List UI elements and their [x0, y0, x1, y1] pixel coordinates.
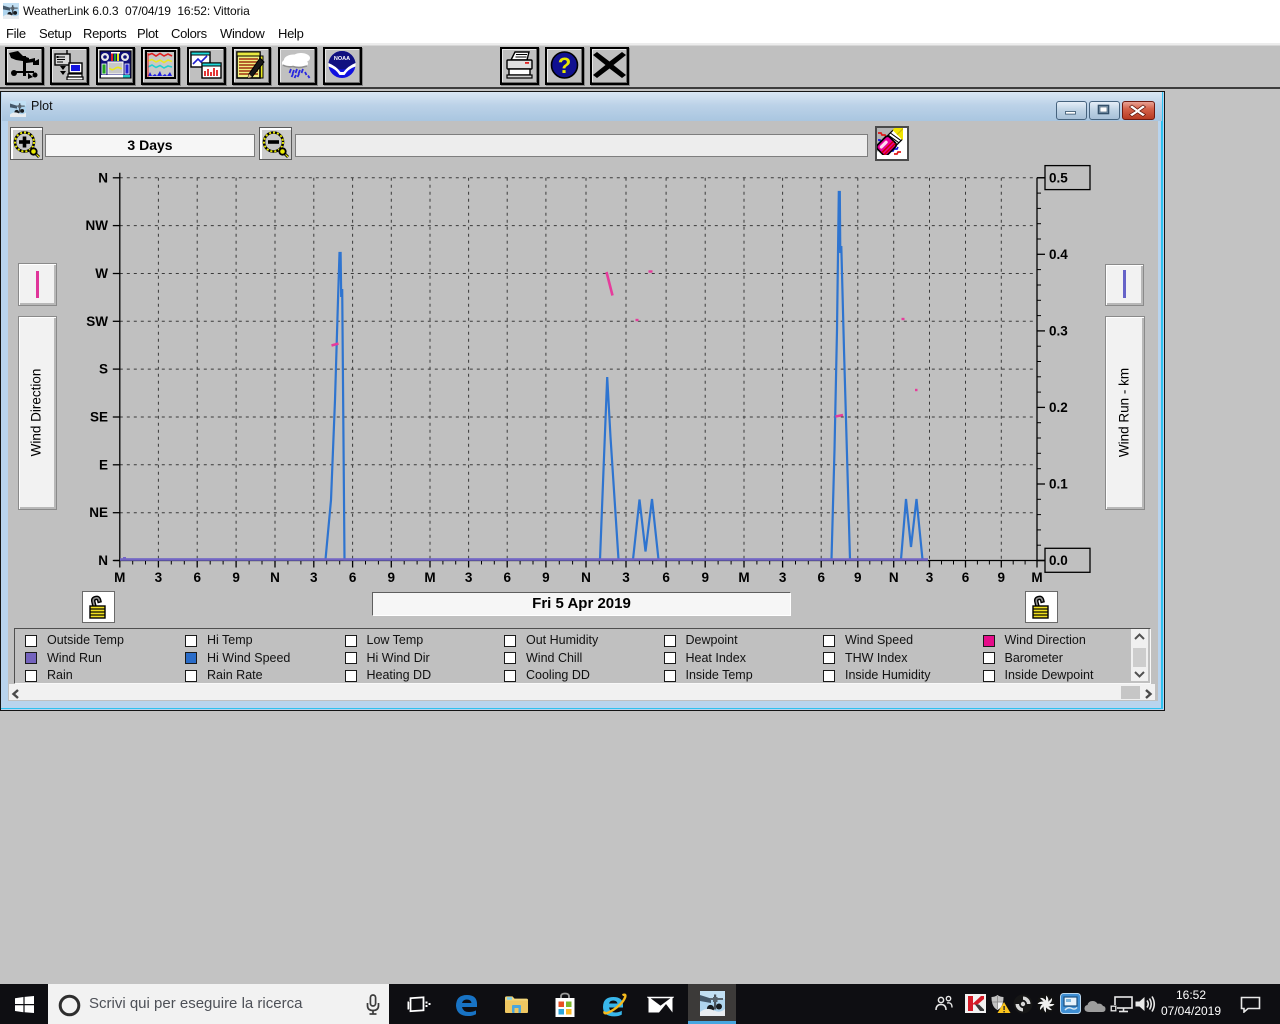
svg-text:0.4: 0.4 [1049, 247, 1068, 262]
svg-text:N: N [270, 570, 280, 585]
svg-text:M: M [424, 570, 435, 585]
svg-text:E: E [99, 457, 108, 472]
svg-text:M: M [114, 570, 125, 585]
svg-text:?: ? [558, 53, 571, 78]
svg-text:0.3: 0.3 [1049, 323, 1068, 338]
svg-text:3: 3 [310, 570, 318, 585]
svg-text:N: N [98, 170, 108, 185]
svg-text:6: 6 [193, 570, 201, 585]
svg-text:SE: SE [90, 410, 108, 425]
svg-text:9: 9 [232, 570, 240, 585]
svg-text:SW: SW [86, 314, 108, 329]
svg-text:0.1: 0.1 [1049, 477, 1068, 492]
svg-text:NE: NE [89, 505, 108, 520]
svg-text:3: 3 [465, 570, 473, 585]
svg-text:N: N [98, 553, 108, 568]
svg-text:9: 9 [701, 570, 709, 585]
svg-text:9: 9 [542, 570, 550, 585]
svg-text:6: 6 [962, 570, 970, 585]
svg-text:0.5: 0.5 [1049, 170, 1068, 185]
svg-text:6: 6 [503, 570, 511, 585]
svg-text:3: 3 [779, 570, 787, 585]
svg-text:9: 9 [998, 570, 1006, 585]
svg-text:M: M [738, 570, 749, 585]
svg-text:W: W [95, 266, 108, 281]
svg-text:9: 9 [388, 570, 396, 585]
svg-text:NW: NW [86, 218, 109, 233]
svg-text:3: 3 [926, 570, 934, 585]
svg-text:6: 6 [662, 570, 670, 585]
svg-text:N: N [581, 570, 591, 585]
svg-text:6: 6 [349, 570, 357, 585]
svg-text:NOAA: NOAA [334, 56, 350, 62]
svg-text:3: 3 [622, 570, 630, 585]
svg-text:0.2: 0.2 [1049, 400, 1068, 415]
svg-text:3: 3 [155, 570, 163, 585]
svg-text:N: N [889, 570, 899, 585]
svg-text:6: 6 [817, 570, 825, 585]
svg-text:9: 9 [854, 570, 862, 585]
svg-text:0.0: 0.0 [1049, 553, 1068, 568]
svg-text:S: S [99, 362, 108, 377]
svg-text:M: M [1031, 570, 1042, 585]
